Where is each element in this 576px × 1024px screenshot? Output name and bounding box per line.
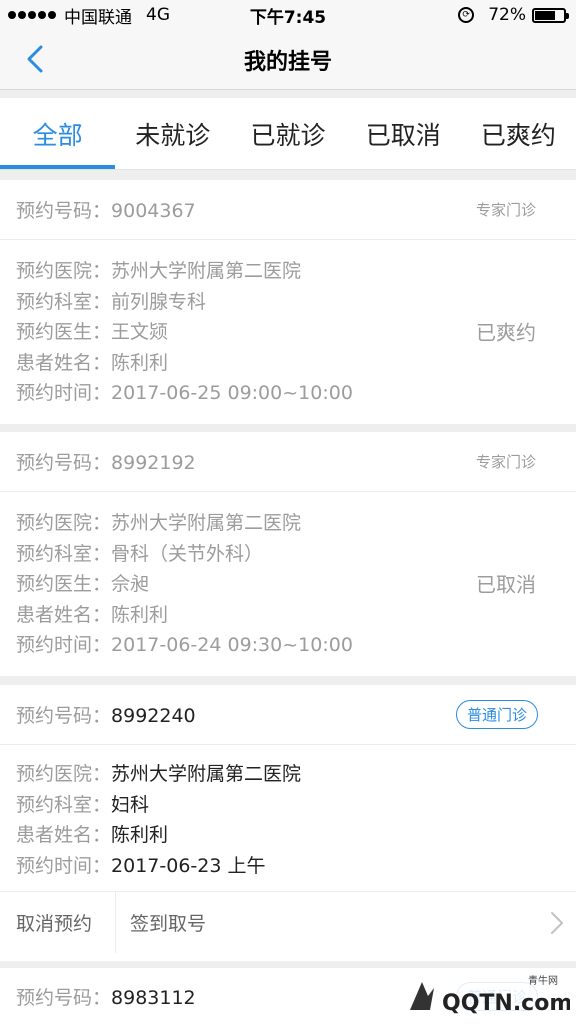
appointment-number: 预约号码：9004367 <box>16 200 196 222</box>
clinic-type-tag: 专家门诊 <box>475 453 536 471</box>
battery-icon <box>532 7 569 23</box>
cancel-appointment-button[interactable]: 取消预约 <box>0 892 116 953</box>
network-type: 4G <box>146 5 170 25</box>
department-line: 预约科室：前列腺专科 <box>16 290 207 313</box>
hospital-line: 预约医院：苏州大学附属第二医院 <box>16 763 302 785</box>
back-button[interactable] <box>18 42 52 76</box>
status-badge: 已爽约 <box>476 320 536 345</box>
time-line: 预约时间：2017-06-24 09:30~10:00 <box>16 634 353 656</box>
checkin-button[interactable]: 签到取号 <box>116 892 576 953</box>
page-title: 我的挂号 <box>243 49 332 75</box>
tab-pending[interactable]: 未就诊 <box>115 98 230 169</box>
card-body: 预约医院：苏州大学附属第二医院 预约科室：前列腺专科 预约医生：王文颎 患者姓名… <box>0 240 576 423</box>
department-line: 预约科室：妇科 <box>16 793 150 816</box>
watermark-logo: 青牛网 QQTN.com <box>402 970 570 1020</box>
chevron-left-icon <box>27 45 43 73</box>
checkin-label: 签到取号 <box>130 913 207 935</box>
time-line: 预约时间：2017-06-23 上午 <box>16 854 266 877</box>
card-header: 预约号码：8992240 普通门诊 <box>0 685 576 745</box>
battery-percent: 72% <box>488 5 526 25</box>
appointment-card[interactable]: 预约号码：9004367 专家门诊 预约医院：苏州大学附属第二医院 预约科室：前… <box>0 180 576 424</box>
tab-cancelled[interactable]: 已取消 <box>346 98 461 169</box>
status-badge: 已取消 <box>476 572 536 597</box>
tab-missed[interactable]: 已爽约 <box>461 98 576 169</box>
status-bar: 中国联通 4G 下午7:45 ⟳ 72% <box>0 0 576 30</box>
appointment-number: 预约号码：8983112 <box>16 986 196 1009</box>
card-body: 预约医院：苏州大学附属第二医院 预约科室：骨科（关节外科） 预约医生：佘昶 患者… <box>0 492 576 675</box>
carrier-name: 中国联通 <box>64 7 132 28</box>
patient-line: 患者姓名：陈利利 <box>16 603 169 626</box>
hospital-line: 预约医院：苏州大学附属第二医院 <box>16 512 302 534</box>
hospital-line: 预约医院：苏州大学附属第二医院 <box>16 260 302 282</box>
card-header: 预约号码：8992192 专家门诊 <box>0 432 576 492</box>
clinic-type-tag: 普通门诊 <box>455 700 538 729</box>
signal-icon <box>8 11 58 19</box>
tab-bar: 全部 未就诊 已就诊 已取消 已爽约 <box>0 98 576 170</box>
department-line: 预约科室：骨科（关节外科） <box>16 542 264 565</box>
watermark-site: QQTN.com <box>442 991 570 1016</box>
patient-line: 患者姓名：陈利利 <box>16 824 169 846</box>
rotation-lock-icon: ⟳ <box>458 7 475 23</box>
card-body: 预约医院：苏州大学附属第二医院 预约科室：妇科 患者姓名：陈利利 预约时间：20… <box>0 745 576 891</box>
appointment-number: 预约号码：8992240 <box>16 705 196 727</box>
clinic-type-tag: 专家门诊 <box>475 201 536 219</box>
appointment-number: 预约号码：8992192 <box>16 452 196 474</box>
time-line: 预约时间：2017-06-25 09:00~10:00 <box>16 382 353 404</box>
appointment-card[interactable]: 预约号码：8992192 专家门诊 预约医院：苏州大学附属第二医院 预约科室：骨… <box>0 432 576 676</box>
tab-visited[interactable]: 已就诊 <box>230 98 345 169</box>
chevron-right-icon <box>551 912 563 934</box>
card-actions: 取消预约 签到取号 <box>0 891 576 953</box>
tab-all[interactable]: 全部 <box>0 98 116 169</box>
watermark-name: 青牛网 <box>528 974 558 987</box>
patient-line: 患者姓名：陈利利 <box>16 351 169 374</box>
nav-bar: 我的挂号 <box>0 30 576 90</box>
card-header: 预约号码：9004367 专家门诊 <box>0 180 576 240</box>
appointment-card[interactable]: 预约号码：8992240 普通门诊 预约医院：苏州大学附属第二医院 预约科室：妇… <box>0 685 576 961</box>
